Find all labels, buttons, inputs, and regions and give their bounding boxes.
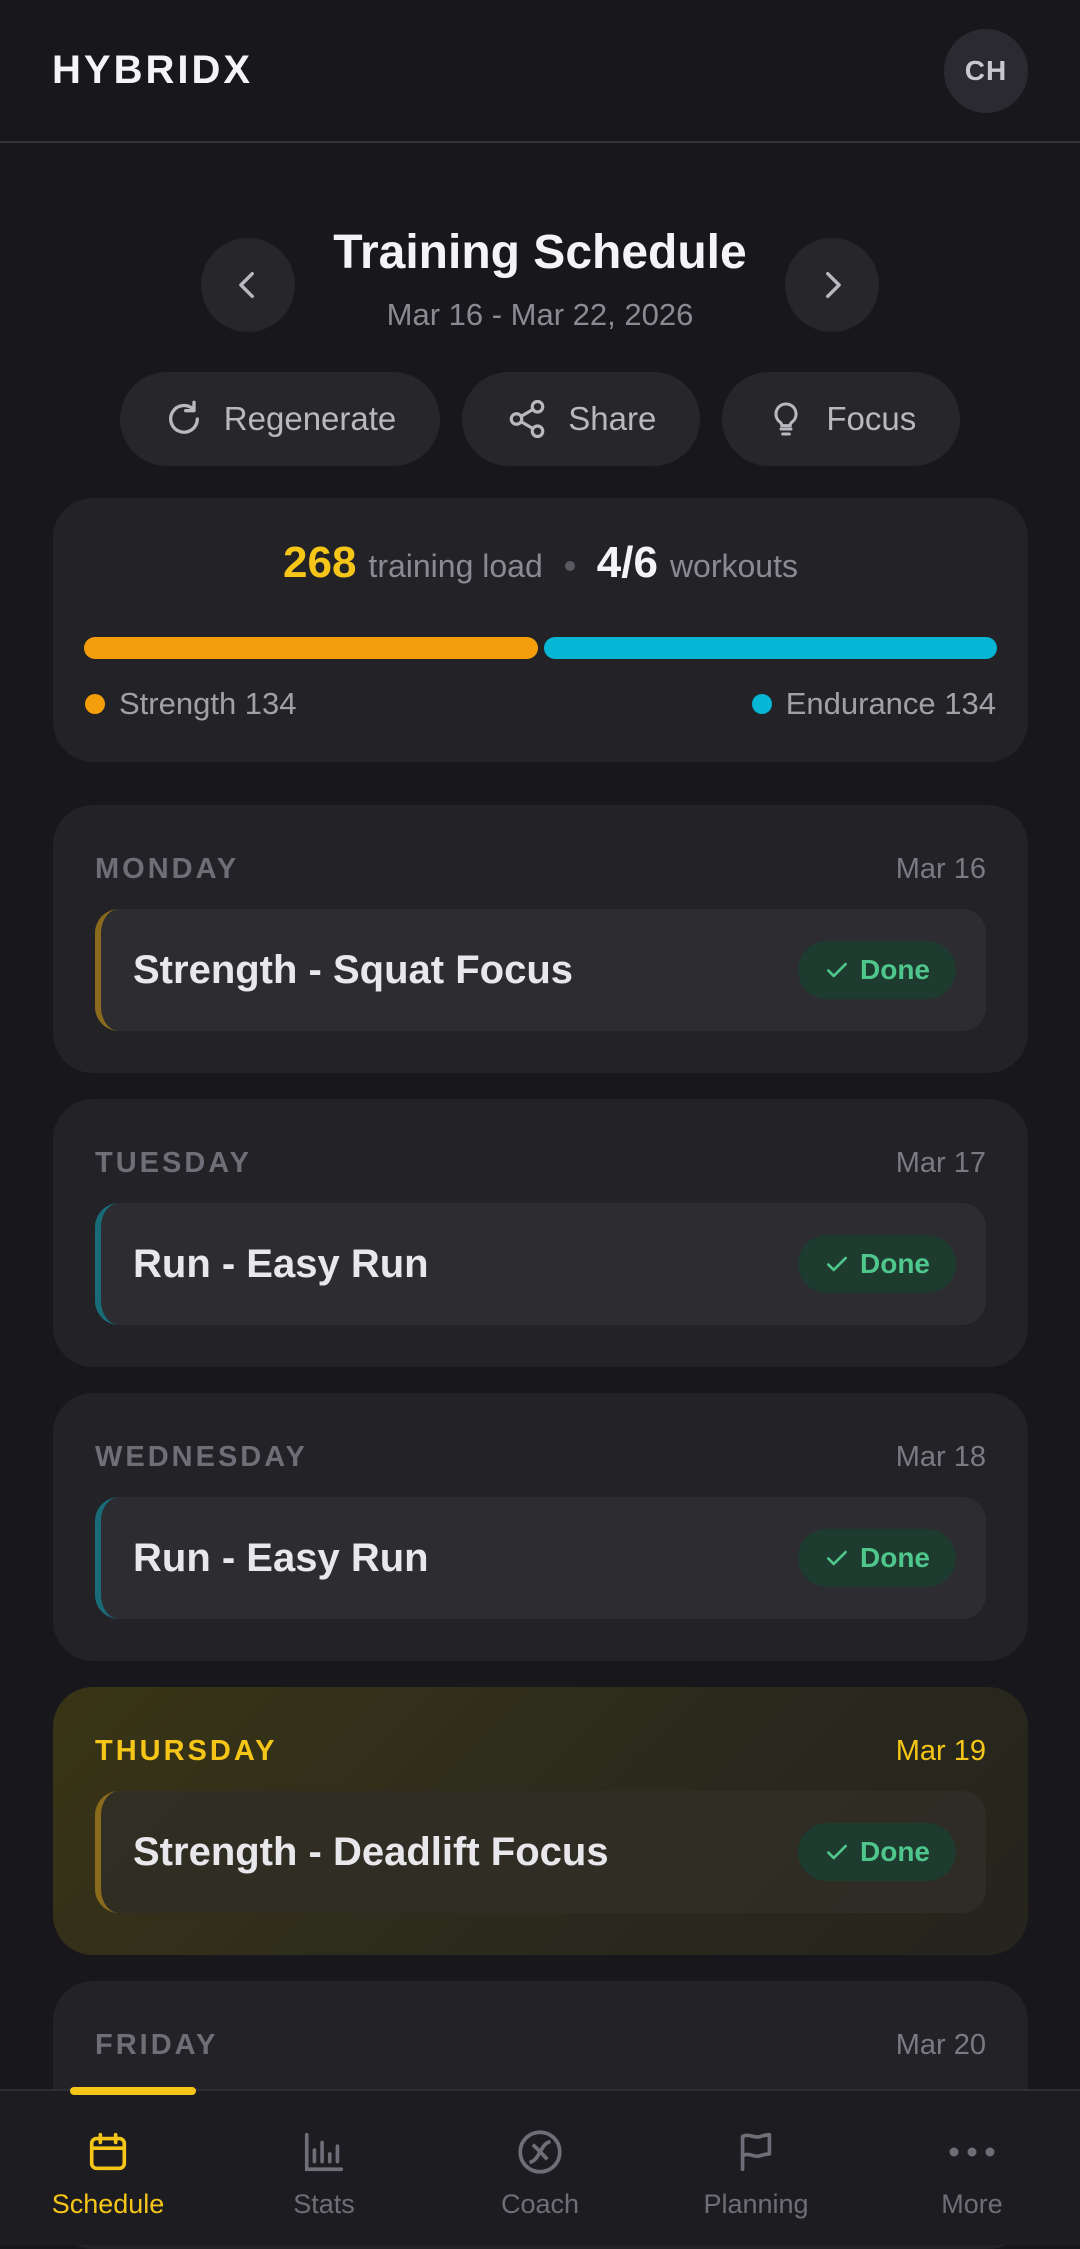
strength-legend-label: Strength 134 xyxy=(119,686,297,721)
workout-name: Strength - Deadlift Focus xyxy=(133,1829,609,1874)
strength-dot xyxy=(85,694,105,714)
next-week-button[interactable] xyxy=(785,238,879,332)
status-badge: Done xyxy=(798,941,956,999)
status-label: Done xyxy=(860,954,930,985)
strength-legend: Strength 134 xyxy=(85,686,297,722)
tab-label: Stats xyxy=(293,2189,355,2219)
calendar-icon xyxy=(89,2132,127,2171)
bottom-tab-bar: Schedule Stats Coach Planning More xyxy=(0,2087,1080,2247)
lightbulb-icon xyxy=(774,402,798,436)
workout-name: Run - Easy Run xyxy=(133,1241,429,1286)
status-label: Done xyxy=(860,1836,930,1867)
workout-item[interactable]: Run - Easy Run Done xyxy=(95,1203,986,1325)
training-load-value: 268 xyxy=(283,538,357,587)
day-date: Mar 17 xyxy=(895,1147,986,1179)
check-icon xyxy=(827,1550,847,1566)
more-dots-icon xyxy=(949,2147,995,2157)
regenerate-label: Regenerate xyxy=(223,400,397,437)
endurance-segment xyxy=(543,637,997,659)
day-date: Mar 20 xyxy=(895,2029,986,2061)
share-button[interactable]: Share xyxy=(462,372,701,466)
day-date: Mar 19 xyxy=(895,1735,986,1767)
status-label: Done xyxy=(860,1542,930,1573)
day-name: MONDAY xyxy=(95,853,240,885)
status-badge: Done xyxy=(798,1823,956,1881)
tab-more[interactable]: More xyxy=(864,2091,1080,2247)
focus-button[interactable]: Focus xyxy=(722,372,961,466)
flag-icon xyxy=(740,2132,772,2172)
endurance-dot xyxy=(751,694,772,714)
day-date: Mar 18 xyxy=(895,1441,986,1473)
status-badge: Done xyxy=(798,1529,956,1587)
page-title: Training Schedule xyxy=(333,226,747,279)
tab-stats[interactable]: Stats xyxy=(216,2091,432,2247)
training-load-label: training load xyxy=(368,548,543,584)
chevron-right-icon xyxy=(826,271,841,299)
tab-label: Schedule xyxy=(51,2189,165,2219)
workout-item[interactable]: Strength - Squat Focus Done xyxy=(95,909,986,1031)
day-card-wednesday: WEDNESDAY Mar 18 Run - Easy Run Done xyxy=(53,1393,1028,1661)
check-icon xyxy=(827,1844,847,1860)
summary-line: 268 training load 4/6 workouts xyxy=(53,538,1028,588)
share-icon xyxy=(509,399,545,439)
day-name: THURSDAY xyxy=(95,1735,278,1767)
action-bar: Regenerate Share Focus xyxy=(0,372,1080,466)
status-badge: Done xyxy=(798,1235,956,1293)
avatar[interactable]: CH xyxy=(944,28,1028,113)
day-date: Mar 16 xyxy=(895,853,986,885)
active-tab-indicator xyxy=(70,2087,196,2095)
day-name: TUESDAY xyxy=(95,1147,252,1179)
endurance-legend-label: Endurance 134 xyxy=(785,686,996,721)
tab-planning[interactable]: Planning xyxy=(648,2091,864,2247)
endurance-legend: Endurance 134 xyxy=(751,686,996,722)
day-name: FRIDAY xyxy=(95,2029,219,2061)
tab-coach[interactable]: Coach xyxy=(432,2091,648,2247)
weekly-summary-card: 268 training load 4/6 workouts Strength … xyxy=(53,498,1028,762)
top-bar: HYBRIDX CH xyxy=(0,0,1080,143)
week-header: Training Schedule Mar 16 - Mar 22, 2026 xyxy=(0,215,1080,345)
workouts-label: workouts xyxy=(669,548,798,584)
day-card-thursday: THURSDAY Mar 19 Strength - Deadlift Focu… xyxy=(53,1687,1028,1955)
coach-icon xyxy=(518,2130,562,2174)
bar-chart-icon xyxy=(304,2132,344,2172)
check-icon xyxy=(827,962,847,978)
day-name: WEDNESDAY xyxy=(95,1441,308,1473)
focus-label: Focus xyxy=(826,400,917,437)
tab-label: Planning xyxy=(703,2189,809,2219)
day-card-monday: MONDAY Mar 16 Strength - Squat Focus Don… xyxy=(53,805,1028,1073)
workouts-value: 4/6 xyxy=(596,538,658,587)
tab-label: More xyxy=(941,2189,1003,2219)
share-label: Share xyxy=(568,400,657,437)
workout-name: Strength - Squat Focus xyxy=(133,947,573,992)
tab-schedule[interactable]: Schedule xyxy=(0,2087,216,2247)
app-logo: HYBRIDX xyxy=(52,48,254,92)
day-card-tuesday: TUESDAY Mar 17 Run - Easy Run Done xyxy=(53,1099,1028,1367)
load-split-bar xyxy=(84,637,997,659)
regenerate-button[interactable]: Regenerate xyxy=(119,372,441,466)
status-label: Done xyxy=(860,1248,930,1279)
workout-item[interactable]: Run - Easy Run Done xyxy=(95,1497,986,1619)
week-range: Mar 16 - Mar 22, 2026 xyxy=(386,297,694,332)
check-icon xyxy=(827,1256,847,1272)
tab-label: Coach xyxy=(500,2189,580,2219)
workout-name: Run - Easy Run xyxy=(133,1535,429,1580)
refresh-icon xyxy=(168,400,199,434)
workout-item[interactable]: Strength - Deadlift Focus Done xyxy=(95,1791,986,1913)
strength-segment xyxy=(84,637,538,659)
separator-dot xyxy=(564,561,575,571)
